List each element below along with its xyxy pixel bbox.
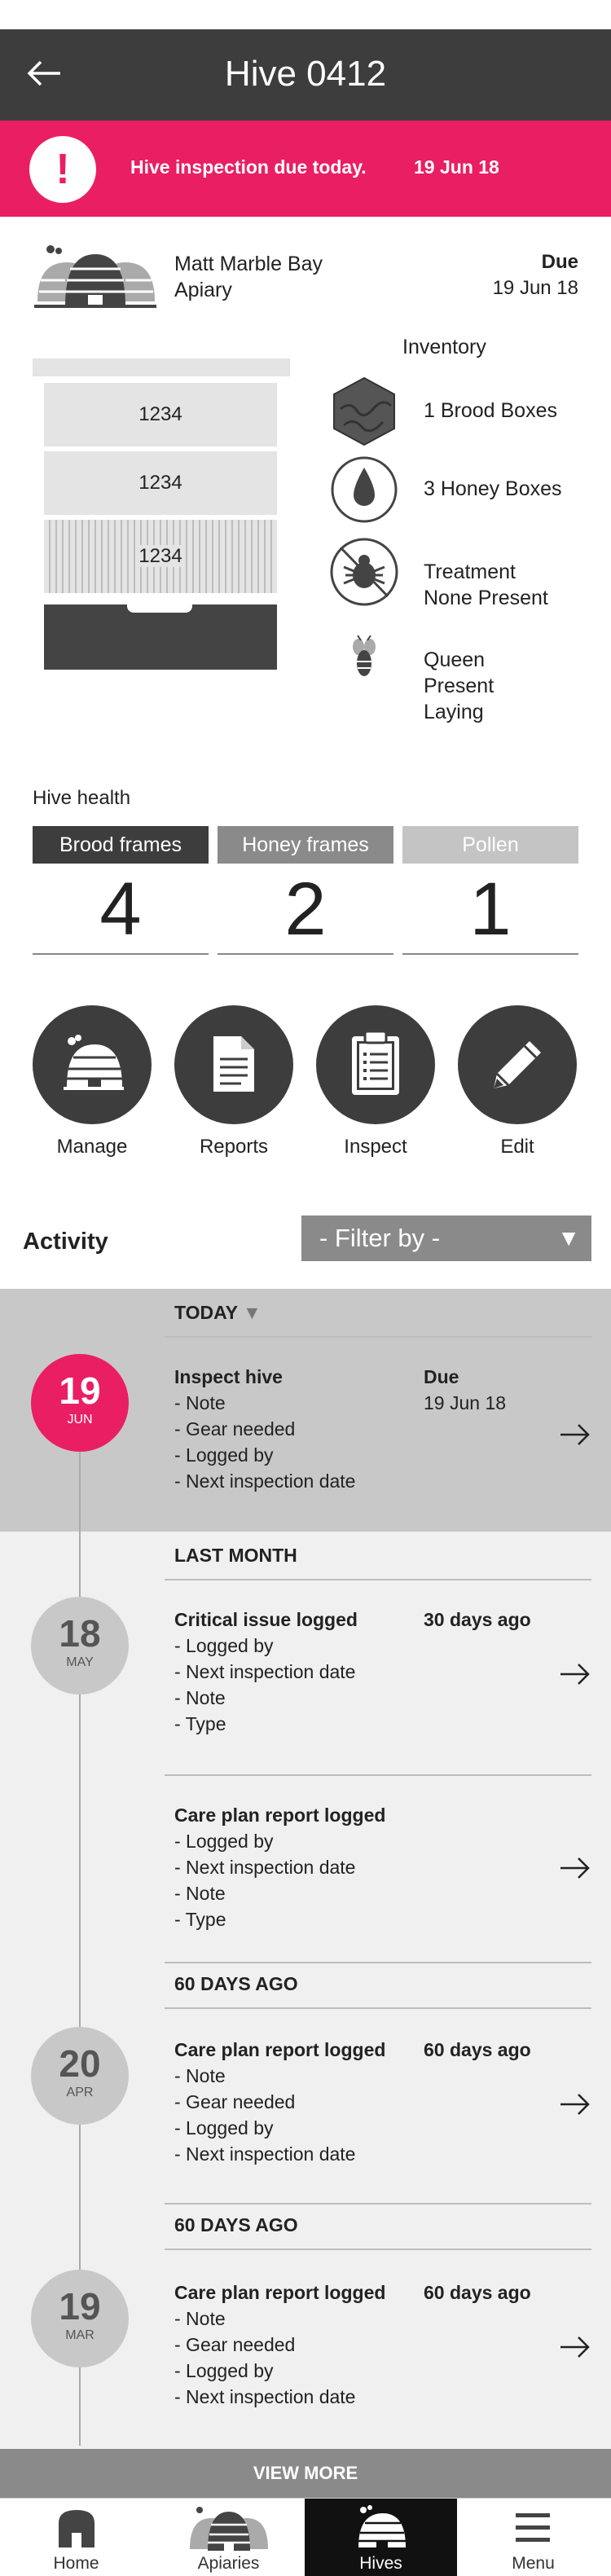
- edit-button[interactable]: Edit: [458, 1005, 577, 1158]
- brood-box-icon: [333, 376, 395, 446]
- hive-lid: [33, 358, 290, 376]
- inventory-item-brood[interactable]: 1 Brood Boxes: [329, 376, 590, 448]
- inventory-title: Inventory: [402, 336, 486, 358]
- no-mite-icon: [330, 538, 398, 606]
- activity-feed: TODAY ▼ 19 JUN Inspect hive Due 19 Jun 1…: [0, 1289, 611, 2449]
- divider: [165, 1336, 591, 1338]
- alert-date: 19 Jun 18: [414, 156, 499, 178]
- due-label: Due: [541, 251, 578, 273]
- app-header: Hive 0412: [0, 29, 611, 121]
- inventory-item-treatment[interactable]: Treatment None Present: [329, 533, 590, 611]
- tab-label: Apiaries: [197, 2554, 260, 2573]
- view-more-button[interactable]: VIEW MORE: [0, 2449, 611, 2498]
- hive-box-stack[interactable]: 1234 1234 1234: [33, 358, 290, 671]
- document-icon: [213, 1036, 254, 1092]
- hive-box[interactable]: 1234: [44, 383, 277, 446]
- chevron-down-icon: ▼: [557, 1225, 580, 1251]
- caret-down-icon: ▼: [242, 1302, 262, 1323]
- inspection-alert-banner[interactable]: ! Hive inspection due today. 19 Jun 18: [0, 121, 611, 217]
- home-icon: [59, 2510, 95, 2547]
- section-heading: TODAY ▼: [174, 1302, 262, 1323]
- arrow-right-icon[interactable]: [559, 1422, 591, 1447]
- divider: [165, 1579, 591, 1580]
- divider: [165, 1962, 591, 1963]
- stat-value: 1: [402, 864, 578, 955]
- apiary-name[interactable]: Matt Marble Bay Apiary: [174, 251, 370, 303]
- activity-item[interactable]: Care plan report logged 60 days ago - No…: [174, 2279, 557, 2410]
- tab-home[interactable]: Home: [0, 2499, 152, 2576]
- inventory-label: 3 Honey Boxes: [424, 477, 562, 500]
- hive-health-title: Hive health: [33, 787, 131, 809]
- tab-label: Hives: [359, 2554, 402, 2573]
- reports-button[interactable]: Reports: [174, 1005, 293, 1158]
- inventory-label: Queen Present Laying: [424, 648, 495, 723]
- divider: [165, 2007, 591, 2009]
- hive-base: [44, 604, 277, 670]
- clipboard-icon: [352, 1030, 399, 1095]
- inspect-button[interactable]: Inspect: [316, 1005, 435, 1158]
- filter-dropdown[interactable]: - Filter by - ▼: [301, 1215, 591, 1261]
- date-badge: 19 MAR: [31, 2270, 129, 2367]
- page-title: Hive 0412: [224, 54, 387, 94]
- alert-icon: !: [29, 136, 96, 203]
- action-label: Reports: [199, 1136, 269, 1158]
- hive-icon: [64, 1035, 124, 1090]
- arrow-right-icon[interactable]: [559, 2092, 591, 2117]
- tab-label: Home: [53, 2554, 99, 2573]
- stat-label: Pollen: [402, 826, 578, 864]
- activity-item[interactable]: Care plan report logged 60 days ago - No…: [174, 2037, 557, 2167]
- honey-frames-stat: Honey frames 2: [218, 826, 393, 955]
- honey-drop-icon: [331, 456, 398, 523]
- status-bar: [0, 0, 611, 29]
- activity-title: Activity: [23, 1229, 108, 1255]
- brood-frames-stat: Brood frames 4: [33, 826, 209, 955]
- date-badge: 20 APR: [31, 2027, 129, 2125]
- activity-item[interactable]: Critical issue logged 30 days ago - Logg…: [174, 1607, 557, 1737]
- tab-hives[interactable]: Hives: [305, 2499, 457, 2576]
- arrow-right-icon[interactable]: [559, 2335, 591, 2359]
- section-heading: 60 DAYS AGO: [174, 2214, 298, 2235]
- pencil-icon: [494, 1041, 541, 1088]
- action-label: Manage: [56, 1136, 128, 1158]
- arrow-right-icon[interactable]: [559, 1856, 591, 1880]
- manage-button[interactable]: Manage: [33, 1005, 152, 1158]
- divider: [165, 2249, 591, 2250]
- filter-label: - Filter by -: [319, 1224, 441, 1252]
- activity-item[interactable]: Inspect hive Due 19 Jun 18 - Note - Gear …: [174, 1364, 557, 1494]
- pollen-stat: Pollen 1: [402, 826, 578, 955]
- section-heading: 60 DAYS AGO: [174, 1973, 298, 1994]
- stat-value: 2: [218, 864, 393, 955]
- queen-bee-icon: [353, 635, 376, 676]
- inventory-label: 1 Brood Boxes: [424, 399, 557, 422]
- alert-text: Hive inspection due today.: [130, 156, 367, 178]
- date-badge: 19 JUN: [31, 1354, 129, 1452]
- apiary-icon: [34, 245, 156, 308]
- arrow-right-icon[interactable]: [559, 1662, 591, 1686]
- bottom-tab-bar: Home Apiaries Hives Menu: [0, 2498, 611, 2576]
- stat-label: Honey frames: [218, 826, 393, 864]
- menu-icon: [516, 2513, 550, 2542]
- inventory-item-queen[interactable]: Queen Present Laying: [329, 635, 590, 725]
- action-label: Edit: [500, 1136, 534, 1158]
- hive-icon: [358, 2505, 406, 2547]
- inventory-label: Treatment None Present: [424, 560, 548, 609]
- due-date: 19 Jun 18: [492, 277, 578, 299]
- tab-apiaries[interactable]: Apiaries: [152, 2499, 305, 2576]
- tab-menu[interactable]: Menu: [457, 2499, 609, 2576]
- divider: [165, 2203, 591, 2205]
- activity-item[interactable]: Care plan report logged - Logged by - Nex…: [174, 1802, 557, 1932]
- tab-label: Menu: [512, 2554, 555, 2573]
- stat-value: 4: [33, 864, 209, 955]
- divider: [165, 1774, 591, 1776]
- date-badge: 18 MAY: [31, 1597, 129, 1695]
- hive-box[interactable]: 1234: [44, 451, 277, 515]
- action-label: Inspect: [344, 1136, 407, 1158]
- stat-label: Brood frames: [33, 826, 209, 864]
- apiaries-icon: [190, 2507, 268, 2551]
- inventory-item-honey[interactable]: 3 Honey Boxes: [329, 455, 590, 526]
- brood-box[interactable]: 1234: [44, 520, 277, 593]
- section-heading: LAST MONTH: [174, 1545, 297, 1566]
